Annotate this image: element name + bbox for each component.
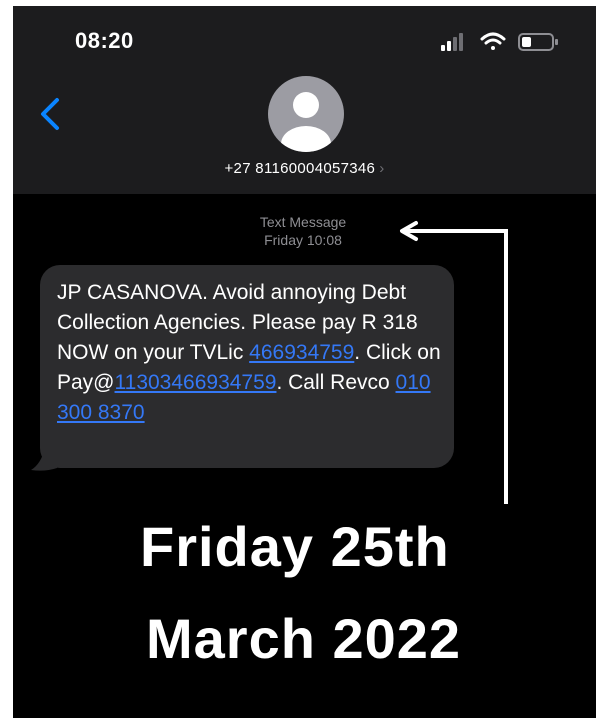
bubble-tail	[31, 442, 57, 471]
pay-reference-link[interactable]: 11303466934759	[115, 371, 277, 394]
phone-screen: 08:20 +27 81160004057346 › Text Message …	[13, 6, 596, 718]
message-text[interactable]: JP CASANOVA. Avoid annoying Debt Collect…	[57, 278, 442, 428]
annotation-date-line-2: March 2022	[146, 607, 462, 670]
tvlic-number-link[interactable]: 466934759	[249, 341, 354, 364]
message-text-part-3: . Call Revco	[276, 371, 396, 394]
annotation-date-line-1: Friday 25th	[140, 515, 450, 578]
